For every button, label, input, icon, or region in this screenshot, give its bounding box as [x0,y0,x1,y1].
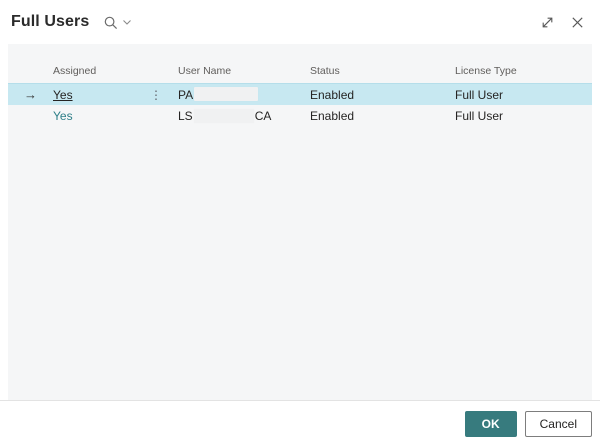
dialog-footer: OK Cancel [0,400,600,447]
user-name-text: LS [178,109,193,123]
row-menu-ellipsis-icon[interactable]: ⋮ [148,89,164,101]
search-icon[interactable] [103,15,118,30]
column-header-user-name[interactable]: User Name [178,65,310,77]
table-row[interactable]: Yes LS CA Enabled Full User [8,105,592,127]
user-name-text-suffix: CA [255,109,272,123]
close-icon[interactable] [568,13,586,31]
license-type-cell[interactable]: Full User [455,105,592,127]
active-row-arrow-icon: → [8,84,53,106]
column-header-assigned[interactable]: Assigned [53,65,178,77]
assigned-cell[interactable]: Yes [53,105,178,127]
assigned-link[interactable]: Yes [53,105,73,127]
status-cell[interactable]: Enabled [310,84,455,106]
license-type-cell[interactable]: Full User [455,84,592,106]
expand-dialog-icon[interactable] [538,13,556,31]
redaction-box [194,109,254,123]
search-control[interactable] [103,15,132,30]
user-name-text: PA [178,88,193,102]
ok-button[interactable]: OK [465,411,517,437]
user-name-cell[interactable]: PA [178,84,310,106]
search-dropdown-chevron-icon[interactable] [122,18,132,26]
cancel-button[interactable]: Cancel [525,411,592,437]
status-cell[interactable]: Enabled [310,105,455,127]
redaction-box [194,87,258,101]
column-header-status[interactable]: Status [310,65,455,77]
table-row[interactable]: → Yes ⋮ PA Enabled Full User [8,83,592,105]
users-table: Assigned User Name Status License Type →… [8,44,592,127]
assigned-link[interactable]: Yes [53,84,73,106]
list-content-area: Assigned User Name Status License Type →… [8,44,592,400]
table-header-row: Assigned User Name Status License Type [8,44,592,83]
full-users-dialog: Full Users [0,0,600,447]
column-header-license-type[interactable]: License Type [455,65,592,77]
assigned-cell[interactable]: Yes ⋮ [53,84,178,106]
page-title: Full Users [11,13,89,31]
dialog-titlebar: Full Users [0,0,600,44]
user-name-cell[interactable]: LS CA [178,105,310,127]
